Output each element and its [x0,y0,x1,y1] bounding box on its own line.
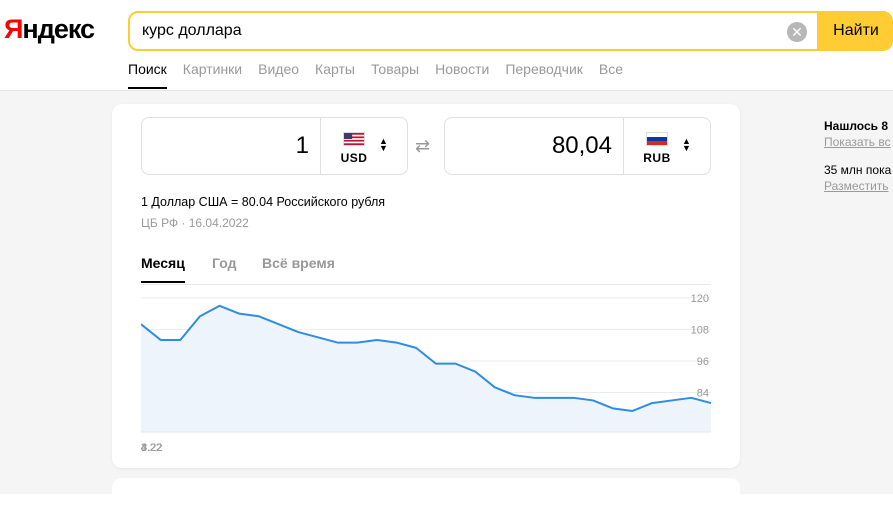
next-result-card [112,478,740,508]
y-tick-label: 96 [697,356,709,368]
to-amount-box: 80,04 RUB ▲ ▼ [444,117,711,175]
to-currency-code: RUB [643,151,671,165]
search-box: ✕ Найти [128,11,893,51]
search-input[interactable] [142,13,782,49]
place-ad-link[interactable]: Разместить [824,178,891,194]
x-tick-label: 11.04.22 [141,442,162,454]
tab-search[interactable]: Поиск [128,61,167,89]
ads-count-text: 35 млн пока [824,163,892,177]
tab-maps[interactable]: Карты [315,61,355,89]
tab-translator[interactable]: Переводчик [505,61,583,89]
header: Яндекс ✕ Найти Поиск Картинки Видео Карт… [0,0,893,91]
close-icon: ✕ [791,24,803,40]
search-nav-tabs: Поиск Картинки Видео Карты Товары Новост… [128,61,639,89]
from-currency-select[interactable]: USD ▲ ▼ [321,128,391,168]
right-column: Нашлось 8 Показать вс 35 млн пока Размес… [824,118,891,194]
from-amount-input[interactable]: 1 [296,132,309,160]
y-tick-label: 108 [691,324,709,336]
clear-search-button[interactable]: ✕ [787,22,807,42]
exchange-rate-chart: 12010896847214.03.2221.03.2228.03.2204.0… [141,293,712,454]
results-count: Нашлось 8 [824,119,889,133]
chart-period-tabs: Месяц Год Всё время [141,255,711,285]
yandex-logo[interactable]: Яндекс [4,14,95,45]
to-currency-select[interactable]: RUB ▲ ▼ [624,128,694,168]
us-flag-icon [343,132,365,146]
russia-flag-icon [646,132,668,146]
tab-all-time[interactable]: Всё время [262,255,335,271]
chart-area-fill [141,305,711,432]
search-button[interactable]: Найти [817,13,891,49]
tab-images[interactable]: Картинки [183,61,242,89]
swap-currencies-icon[interactable]: ⇄ [415,136,430,157]
from-currency-code: USD [340,151,368,165]
exchange-rate-text: 1 Доллар США = 80.04 Российского рубля [141,195,386,209]
tab-news[interactable]: Новости [435,61,489,89]
updown-icon: ▲ ▼ [682,136,691,153]
rate-source-text: ЦБ РФ · 16.04.2022 [141,216,249,230]
show-all-link[interactable]: Показать вс [824,134,891,150]
tab-video[interactable]: Видео [258,61,299,89]
from-amount-box: 1 USD ▲ ▼ [141,117,408,175]
y-tick-label: 84 [697,388,709,400]
tab-products[interactable]: Товары [371,61,419,89]
to-amount-input[interactable]: 80,04 [552,132,612,160]
tab-all[interactable]: Все [599,61,623,89]
updown-icon: ▲ ▼ [379,136,388,153]
tab-month[interactable]: Месяц [141,255,185,283]
tab-year[interactable]: Год [212,255,237,271]
y-tick-label: 120 [691,293,709,305]
